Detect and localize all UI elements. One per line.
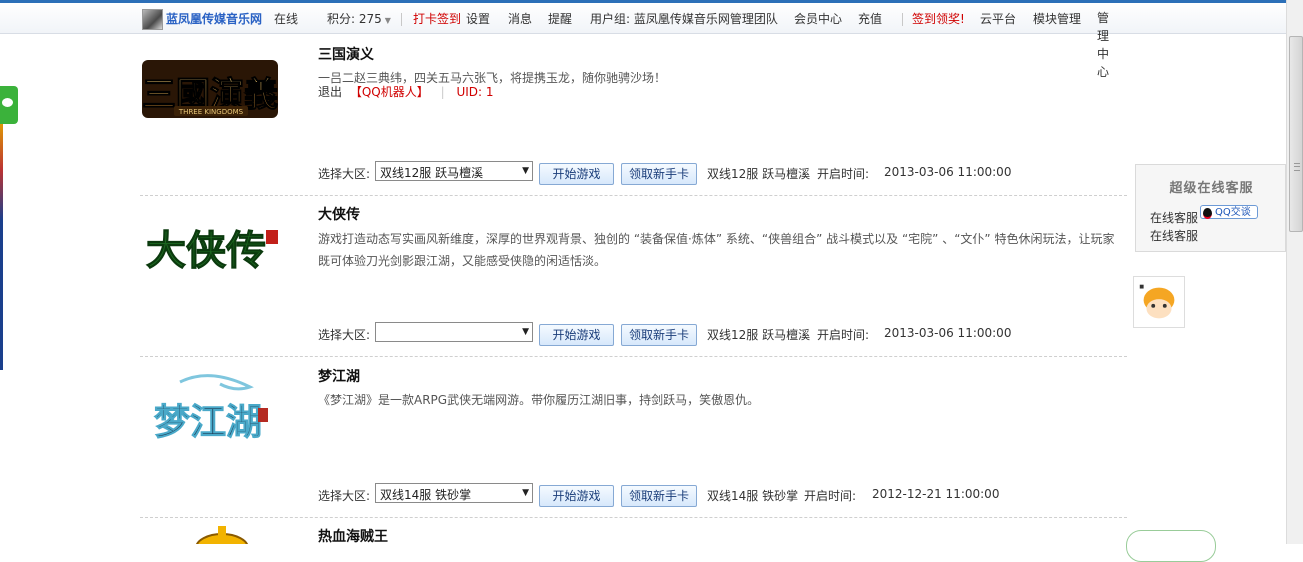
start-game-button[interactable]: 开始游戏 [539, 485, 614, 507]
game-logo-daxiazhuan[interactable]: 大侠传 [140, 200, 280, 305]
server-select-label: 选择大区: [318, 328, 371, 342]
qq-penguin-icon [1203, 208, 1212, 219]
scrollbar-thumb[interactable] [1289, 36, 1303, 232]
server-select[interactable]: 双线12服 跃马檀溪 ▼ [375, 161, 533, 181]
start-game-button[interactable]: 开始游戏 [539, 163, 614, 185]
game-title[interactable]: 热血海贼王 [318, 526, 388, 544]
service-label: 在线客服 [1150, 229, 1199, 243]
game-title[interactable]: 大侠传 [318, 204, 360, 224]
settings-link[interactable]: 设置 [466, 10, 490, 27]
server-controls: 选择大区: ▼ 开始游戏 领取新手卡 双线12服 跃马檀溪 开启时间: 2013… [318, 322, 1138, 346]
game-logo-haizeiwang[interactable] [192, 526, 252, 544]
mascot-icon [1139, 284, 1175, 319]
chevron-down-icon: ▼ [384, 16, 391, 25]
logo-title-text: 大侠传 [146, 227, 266, 274]
mascot-widget[interactable] [1133, 276, 1185, 328]
row-divider [140, 356, 1127, 357]
server-info: 双线12服 跃马檀溪 [707, 167, 811, 181]
scrollbar-grip-icon [1294, 163, 1300, 171]
vertical-scrollbar[interactable] [1286, 0, 1303, 544]
online-service-panel: 超级在线客服 在线客服 QQ交谈 在线客服 [1135, 164, 1286, 252]
server-controls: 选择大区: 双线14服 铁砂掌 ▼ 开始游戏 领取新手卡 双线14服 铁砂掌 开… [318, 483, 1138, 507]
game-title[interactable]: 三国演义 [318, 44, 374, 64]
chevron-down-icon: ▼ [522, 166, 529, 176]
logo-title-text: 梦江湖 [154, 401, 262, 443]
messages-link[interactable]: 消息 [508, 10, 532, 27]
module-management-link[interactable]: 模块管理 [1033, 10, 1081, 27]
chat-bubble-icon [2, 98, 13, 107]
recharge-link[interactable]: 充值 [858, 10, 882, 27]
wechat-share-tab[interactable] [0, 86, 18, 124]
checkin-link[interactable]: 打卡签到 [413, 10, 461, 27]
game-row-daxiazhuan: 大侠传 大侠传 游戏打造动态写实画风新维度，深厚的世界观背景、独创的 “装备保值… [140, 200, 1127, 357]
site-name-link[interactable]: 蓝凤凰传媒音乐网 [166, 10, 262, 27]
server-select[interactable]: ▼ [375, 322, 533, 342]
server-select-value: 双线14服 铁砂掌 [380, 488, 472, 502]
newbie-card-button[interactable]: 领取新手卡 [621, 324, 697, 346]
open-time-label: 开启时间: [804, 489, 857, 503]
server-info: 双线14服 铁砂掌 [707, 489, 799, 503]
server-select-label: 选择大区: [318, 167, 371, 181]
member-center-link[interactable]: 会员中心 [794, 10, 842, 27]
server-controls: 选择大区: 双线12服 跃马檀溪 ▼ 开始游戏 领取新手卡 双线12服 跃马檀溪… [318, 161, 1138, 185]
left-side-banner[interactable] [0, 120, 3, 370]
online-status: 在线 [274, 12, 299, 26]
newbie-card-button[interactable]: 领取新手卡 [621, 485, 697, 507]
game-description: 《梦江湖》是一款ARPG武侠无端网游。带你履历江湖旧事，持剑跃马，笑傲恩仇。 [318, 393, 760, 407]
game-title[interactable]: 梦江湖 [318, 366, 360, 386]
server-select-label: 选择大区: [318, 489, 371, 503]
row-divider [140, 517, 1127, 518]
chevron-down-icon: ▼ [522, 488, 529, 498]
logout-link[interactable]: 退出 [318, 85, 342, 99]
qq-bot-link[interactable]: 【QQ机器人】 [350, 85, 429, 99]
user-avatar[interactable] [142, 9, 163, 30]
server-select[interactable]: 双线14服 铁砂掌 ▼ [375, 483, 533, 503]
points-menu[interactable]: 积分: 275 ▼ [327, 10, 391, 27]
chevron-down-icon: ▼ [522, 327, 529, 337]
open-time-value: 2013-03-06 11:00:00 [884, 326, 1012, 340]
game-logo-sanguo[interactable]: 三國演義 THREE KINGDOMS [140, 40, 280, 145]
game-row-sanguo: 三國演義 THREE KINGDOMS 三国演义 一吕二赵三典纬，四关五马六张飞… [140, 40, 1127, 196]
chat-float-widget[interactable] [1126, 530, 1216, 562]
logo-subtitle-text: THREE KINGDOMS [178, 108, 244, 116]
open-time-label: 开启时间: [817, 167, 870, 181]
user-extra-line: 退出 【QQ机器人】 | UID: 1 [318, 85, 494, 99]
open-time-value: 2012-12-21 11:00:00 [872, 487, 1000, 501]
service-heading: 超级在线客服 [1169, 181, 1254, 196]
qq-chat-label: QQ交谈 [1215, 207, 1251, 218]
user-group-link[interactable]: 用户组: 蓝凤凰传媒音乐网管理团队 [590, 10, 778, 27]
game-description: 游戏打造动态写实画风新维度，深厚的世界观背景、独创的 “装备保值·炼体” 系统、… [318, 232, 1115, 268]
top-toolbar: 蓝凤凰传媒音乐网 在线 积分: 275 ▼ 打卡签到 设置 消息 提醒 用户组: … [0, 0, 1286, 34]
game-row-mengjianghu: 梦江湖 梦江湖 《梦江湖》是一款ARPG武侠无端网游。带你履历江湖旧事，持剑跃马… [140, 362, 1127, 518]
open-time-value: 2013-03-06 11:00:00 [884, 165, 1012, 179]
points-label: 积分: 275 [327, 12, 382, 26]
divider [401, 13, 402, 26]
uid-label: UID: 1 [456, 85, 494, 99]
divider [902, 13, 903, 26]
start-game-button[interactable]: 开始游戏 [539, 324, 614, 346]
server-info: 双线12服 跃马檀溪 [707, 328, 811, 342]
reminders-link[interactable]: 提醒 [548, 10, 572, 27]
qq-chat-button[interactable]: QQ交谈 [1200, 205, 1258, 219]
newbie-card-button[interactable]: 领取新手卡 [621, 163, 697, 185]
service-label: 在线客服 [1150, 211, 1199, 225]
cloud-platform-link[interactable]: 云平台 [980, 10, 1016, 27]
sign-reward-link[interactable]: 签到领奖! [912, 10, 965, 27]
server-select-value: 双线12服 跃马檀溪 [380, 166, 484, 180]
open-time-label: 开启时间: [817, 328, 870, 342]
game-logo-mengjianghu[interactable]: 梦江湖 [140, 362, 280, 467]
row-divider [140, 195, 1127, 196]
game-row-haizeiwang: 热血海贼王 [140, 522, 1127, 544]
